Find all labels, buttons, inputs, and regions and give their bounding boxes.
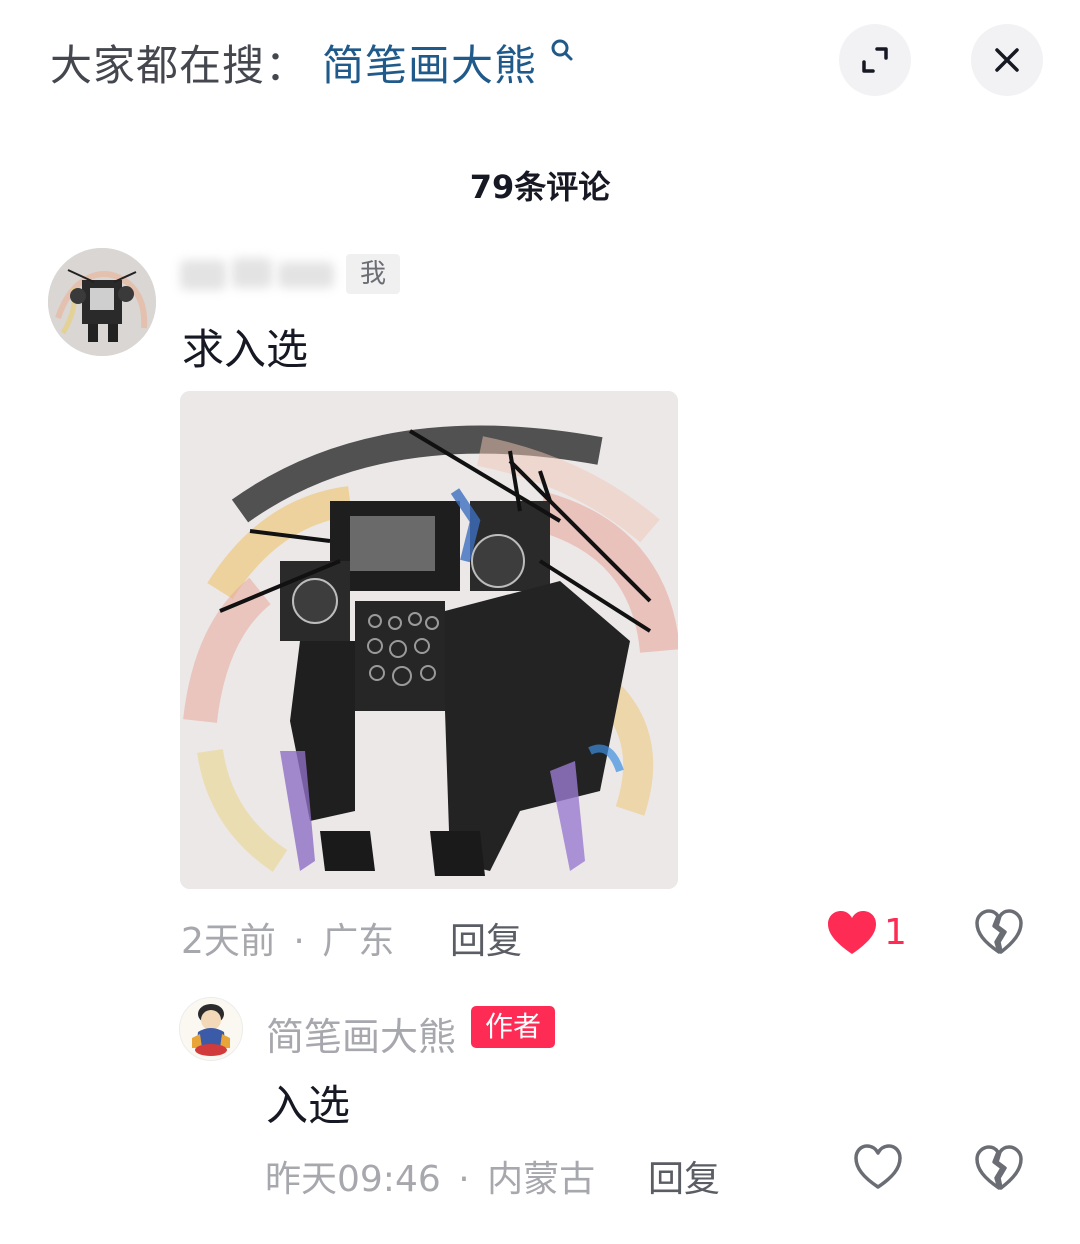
- hot-search-keyword[interactable]: 简笔画大熊: [322, 32, 537, 93]
- reply-meta: 昨天09:46 · 内蒙古: [265, 1150, 595, 1202]
- avatar-cartoon-icon: [180, 998, 242, 1060]
- broken-heart-icon[interactable]: [974, 908, 1024, 956]
- expand-button[interactable]: [839, 24, 911, 96]
- meta-separator: ·: [293, 921, 305, 962]
- reply-to-reply-button[interactable]: 回复: [648, 1150, 720, 1202]
- broken-heart-icon[interactable]: [974, 1144, 1024, 1192]
- me-tag: 我: [346, 254, 400, 294]
- avatar-drawing-icon: [48, 248, 156, 356]
- comments-count-title: 79条评论: [469, 168, 611, 206]
- author-tag: 作者: [471, 1006, 555, 1048]
- close-button[interactable]: [971, 24, 1043, 96]
- reply-time: 昨天09:46: [265, 1159, 441, 1200]
- reply-button[interactable]: 回复: [450, 912, 522, 964]
- commenter-avatar[interactable]: [48, 248, 156, 356]
- like-count: 1: [884, 912, 907, 953]
- author-username[interactable]: 简笔画大熊: [266, 1006, 456, 1061]
- heart-icon[interactable]: [826, 909, 878, 957]
- reply-text: 入选: [266, 1081, 351, 1130]
- hot-search-prefix: 大家都在搜：: [50, 41, 309, 90]
- search-icon[interactable]: [548, 36, 578, 66]
- heart-outline-icon[interactable]: [852, 1143, 904, 1191]
- comment-text: 求入选: [182, 325, 309, 374]
- reply-location: 内蒙古: [487, 1159, 596, 1200]
- comment-meta: 2天前 · 广东: [181, 912, 394, 964]
- drawing-image: [180, 391, 678, 889]
- comment-image[interactable]: [180, 391, 678, 889]
- expand-icon: [862, 47, 888, 73]
- close-icon: [995, 48, 1019, 72]
- comment-location: 广东: [322, 921, 395, 962]
- meta-separator: ·: [458, 1159, 470, 1200]
- top-bar: 大家都在搜： 简笔画大熊: [0, 0, 1080, 120]
- author-avatar[interactable]: [179, 997, 243, 1061]
- username-blurred: [180, 254, 338, 296]
- comment-time: 2天前: [181, 921, 276, 962]
